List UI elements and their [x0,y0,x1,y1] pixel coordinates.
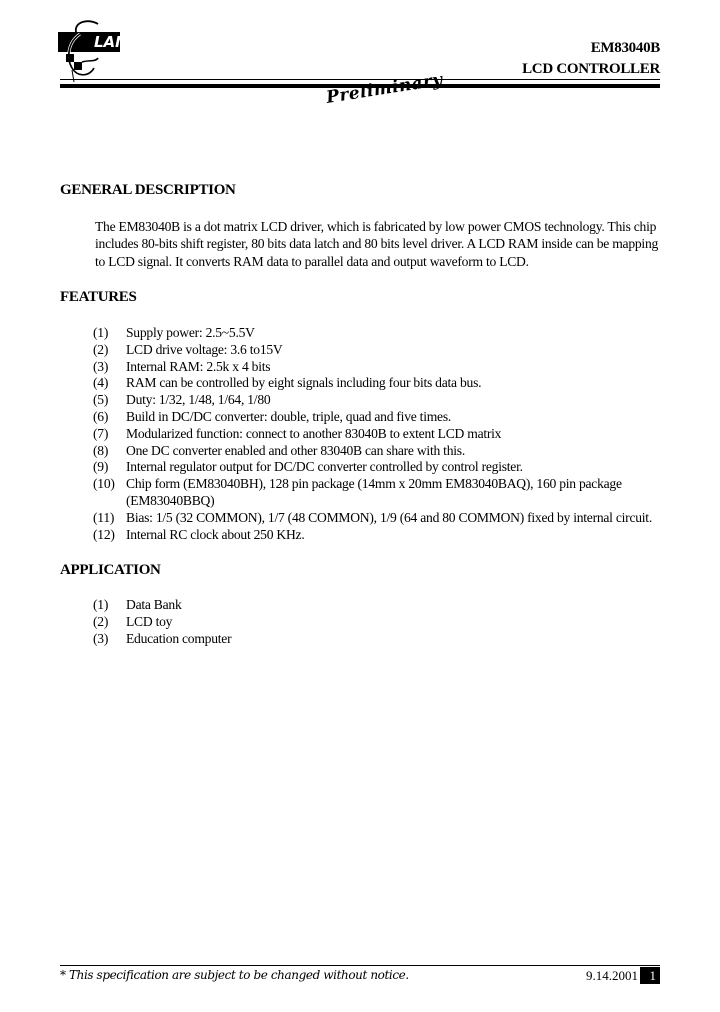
features-list: (1) Supply power: 2.5~5.5V (2) LCD drive v… [93,325,666,543]
item-number: (12) [93,526,115,542]
item-text: LCD toy [126,613,173,629]
list-item: (6) Build in DC/DC converter: double, tri… [93,409,666,426]
item-number: (10) [93,476,115,492]
item-number: (3) [93,358,109,374]
elan-logo-icon: LAN [58,20,128,83]
list-item: (11) Bias: 1/5 (32 COMMON), 1/7 (48 COMMO… [93,510,666,527]
elan-logo: LAN [58,18,158,84]
item-number: (7) [93,425,109,441]
list-item: (8) One DC converter enabled and other 83… [93,443,666,460]
item-number: (2) [93,613,109,629]
list-item: (12) Internal RC clock about 250 KHz. [93,527,666,544]
item-text: Bias: 1/5 (32 COMMON), 1/7 (48 COMMON), … [126,509,652,525]
item-number: (6) [93,408,109,424]
document-id: EM83040B LCD CONTROLLER [522,38,660,80]
item-text: Internal regulator output for DC/DC conv… [126,459,523,475]
item-number: (1) [93,597,109,612]
list-item: (7) Modularized function: connect to anot… [93,426,666,443]
item-number: (2) [93,341,109,357]
footer-rule [60,965,660,966]
footer-disclaimer: * This specification are subject to be c… [60,968,409,982]
item-text: Education computer [126,630,232,646]
list-item: (4) RAM can be controlled by eight signal… [93,375,666,392]
page-number: 1 [640,967,660,984]
item-text: Internal RAM: 2.5k x 4 bits [126,358,271,374]
footer-date: 9.14.2001 [586,968,638,983]
item-text: Internal RC clock about 250 KHz. [126,526,305,542]
item-number: (9) [93,459,109,475]
item-text: Modularized function: connect to another… [126,425,502,441]
list-item: (1) Supply power: 2.5~5.5V [93,325,666,342]
section-title-application: APPLICATION [60,562,161,578]
item-text: LCD drive voltage: 3.6 to15V [126,341,283,357]
list-item: (1) Data Bank [93,597,666,614]
part-number: EM83040B [590,40,661,56]
item-text: Build in DC/DC converter: double, triple… [126,408,452,424]
item-text: One DC converter enabled and other 83040… [126,442,465,458]
item-number: (4) [93,375,109,391]
item-number: (3) [93,630,109,646]
list-item: (9) Internal regulator output for DC/DC c… [93,459,666,476]
item-number: (8) [93,442,109,458]
list-item: (3) Internal RAM: 2.5k x 4 bits [93,359,666,376]
list-item: (3) Education computer [93,631,666,648]
item-number: (5) [93,392,109,408]
list-item: (10) Chip form (EM83040BH), 128 pin packa… [93,476,666,510]
product-type: LCD CONTROLLER [522,61,660,77]
item-text: Duty: 1/32, 1/48, 1/64, 1/80 [126,392,271,408]
section-title-features: FEATURES [60,289,137,305]
item-text: Chip form (EM83040BH), 128 pin package (… [126,476,622,508]
list-item: (5) Duty: 1/32, 1/48, 1/64, 1/80 [93,392,666,409]
item-number: (1) [93,325,109,340]
list-item: (2) LCD drive voltage: 3.6 to15V [93,342,666,359]
item-text: RAM can be controlled by eight signals i… [126,375,482,391]
general-description-text: The EM83040B is a dot matrix LCD driver,… [95,219,659,269]
preliminary-stamp: Preliminary [324,69,445,108]
item-text: Supply power: 2.5~5.5V [126,325,255,340]
list-item: (2) LCD toy [93,614,666,631]
section-title-general-description: GENERAL DESCRIPTION [60,182,236,198]
item-number: (11) [93,509,115,525]
header-rule-thin [60,79,660,80]
application-list: (1) Data Bank (2) LCD toy (3) Education com… [93,597,666,647]
item-text: Data Bank [126,597,182,612]
logo-text: LAN [94,33,128,51]
